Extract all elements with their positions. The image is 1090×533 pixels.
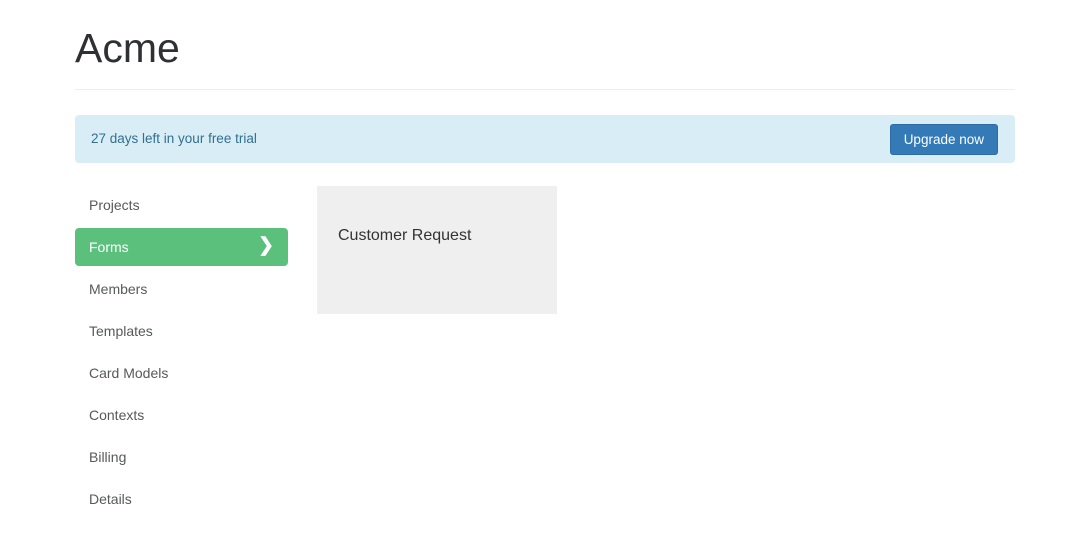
sidebar-item-projects[interactable]: Projects [75,186,288,224]
sidebar-item-label: Projects [89,197,140,213]
page-root: Acme 27 days left in your free trial Upg… [0,0,1090,533]
sidebar-item-label: Forms [89,239,129,255]
sidebar-item-billing[interactable]: Billing [75,438,288,476]
form-card-title: Customer Request [338,227,472,244]
header-divider [75,89,1015,90]
sidebar-item-label: Billing [89,449,127,465]
sidebar-item-details[interactable]: Details [75,480,288,518]
sidebar-item-label: Contexts [89,407,145,423]
page-header: Acme [75,24,1015,72]
chevron-right-icon: ❯ [258,235,274,256]
sidebar-item-contexts[interactable]: Contexts [75,396,288,434]
sidebar-item-forms[interactable]: Forms ❯ [75,228,288,266]
form-card[interactable]: Customer Request [317,186,557,314]
sidebar-item-label: Templates [89,323,153,339]
sidebar-item-members[interactable]: Members [75,270,288,308]
trial-message: 27 days left in your free trial [91,131,257,146]
page-title: Acme [75,25,180,71]
sidebar-item-templates[interactable]: Templates [75,312,288,350]
upgrade-now-button[interactable]: Upgrade now [889,124,998,155]
trial-banner: 27 days left in your free trial Upgrade … [75,115,1015,163]
sidebar-item-label: Members [89,281,148,297]
sidebar-item-label: Details [89,491,132,507]
main-content: Customer Request [317,186,557,314]
sidebar-nav: Projects Forms ❯ Members Templates Card … [75,186,288,522]
sidebar-item-card-models[interactable]: Card Models [75,354,288,392]
sidebar-item-label: Card Models [89,365,169,381]
